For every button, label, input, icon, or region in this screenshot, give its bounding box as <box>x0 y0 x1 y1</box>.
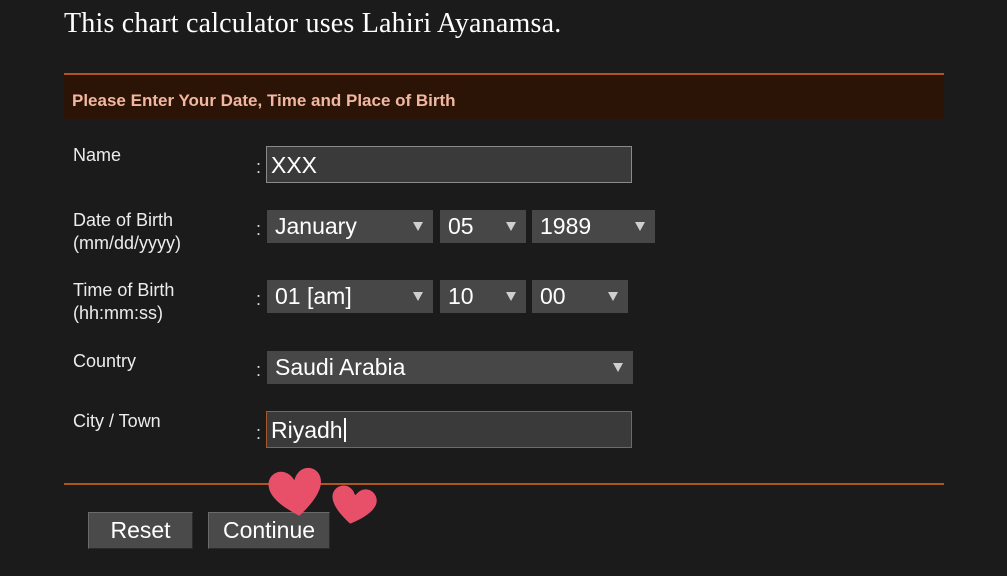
dob-year-select[interactable]: 1989 <box>532 210 655 243</box>
heart-icon <box>332 485 377 524</box>
tob-label-line2: (hh:mm:ss) <box>73 303 163 323</box>
chevron-down-icon <box>635 222 645 231</box>
form-footer-divider <box>64 483 944 485</box>
dob-day-value: 05 <box>448 213 474 239</box>
tob-minute-select[interactable]: 10 <box>440 280 526 313</box>
form-header: Please Enter Your Date, Time and Place o… <box>64 73 944 119</box>
dob-colon: : <box>256 219 262 239</box>
country-select[interactable]: Saudi Arabia <box>267 351 633 384</box>
chevron-down-icon <box>613 363 623 372</box>
tob-second-select[interactable]: 00 <box>532 280 628 313</box>
tob-minute-value: 10 <box>448 283 474 309</box>
heart-sticker-icon <box>268 468 377 524</box>
intro-text: This chart calculator uses Lahiri Ayanam… <box>64 8 562 39</box>
dob-month-select[interactable]: January <box>267 210 433 243</box>
chevron-down-icon <box>506 292 516 301</box>
tob-hour-value: 01 [am] <box>275 283 352 309</box>
dob-month-value: January <box>275 213 357 239</box>
country-label: Country <box>73 351 137 371</box>
form-header-title: Please Enter Your Date, Time and Place o… <box>72 91 456 110</box>
dob-label-line1: Date of Birth <box>73 210 174 230</box>
chevron-down-icon <box>413 292 423 301</box>
dob-label: Date of Birth (mm/dd/yyyy) <box>73 209 181 255</box>
reset-button[interactable]: Reset <box>88 512 193 549</box>
tob-hour-select[interactable]: 01 [am] <box>267 280 433 313</box>
text-caret <box>343 418 346 442</box>
page: This chart calculator uses Lahiri Ayanam… <box>0 0 1007 576</box>
country-value: Saudi Arabia <box>275 354 406 380</box>
tob-second-value: 00 <box>540 283 566 309</box>
name-colon: : <box>256 157 262 177</box>
chevron-down-icon <box>413 222 423 231</box>
city-input[interactable]: Riyadh <box>266 411 632 448</box>
name-label: Name <box>73 145 122 165</box>
city-colon: : <box>256 423 262 443</box>
heart-icon <box>268 468 321 516</box>
name-input[interactable]: XXX <box>266 146 632 183</box>
dob-year-value: 1989 <box>540 213 592 239</box>
tob-label-line1: Time of Birth <box>73 280 175 300</box>
city-input-value: Riyadh <box>271 417 343 443</box>
chevron-down-icon <box>506 222 516 231</box>
city-label: City / Town <box>73 411 161 431</box>
dob-day-select[interactable]: 05 <box>440 210 526 243</box>
tob-label: Time of Birth (hh:mm:ss) <box>73 279 174 325</box>
tob-colon: : <box>256 289 262 309</box>
chevron-down-icon <box>608 292 618 301</box>
dob-label-line2: (mm/dd/yyyy) <box>73 233 181 253</box>
country-colon: : <box>256 360 262 380</box>
